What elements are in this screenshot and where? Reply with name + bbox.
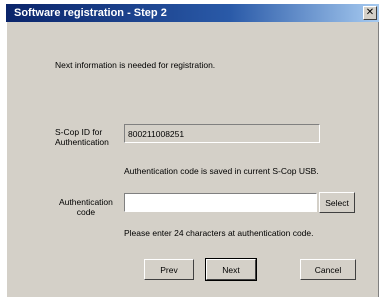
intro-text: Next information is needed for registrat… bbox=[55, 60, 216, 70]
title-bar: Software registration - Step 2 ✕ bbox=[6, 4, 379, 22]
scop-id-note: Authentication code is saved in current … bbox=[124, 166, 319, 176]
cancel-button[interactable]: Cancel bbox=[300, 259, 356, 280]
scop-id-label-line1: S-Cop ID for bbox=[55, 127, 103, 137]
auth-code-note: Please enter 24 characters at authentica… bbox=[124, 228, 314, 238]
next-button[interactable]: Next bbox=[205, 258, 257, 281]
auth-code-label-line2: code bbox=[76, 207, 96, 217]
scop-id-label: S-Cop ID for Authentication bbox=[55, 127, 109, 147]
auth-code-label: Authentication code bbox=[59, 197, 113, 217]
close-button[interactable]: ✕ bbox=[363, 6, 377, 20]
window-title: Software registration - Step 2 bbox=[14, 7, 167, 19]
dialog-body: Next information is needed for registrat… bbox=[6, 22, 379, 297]
prev-button[interactable]: Prev bbox=[144, 259, 194, 280]
registration-dialog: Software registration - Step 2 ✕ Next in… bbox=[0, 0, 385, 297]
auth-code-input[interactable] bbox=[124, 193, 317, 212]
scop-id-field[interactable] bbox=[124, 124, 320, 143]
scop-id-label-line2: Authentication bbox=[55, 137, 109, 147]
select-button[interactable]: Select bbox=[319, 192, 355, 213]
close-icon: ✕ bbox=[365, 7, 375, 18]
auth-code-label-line1: Authentication bbox=[59, 197, 113, 207]
